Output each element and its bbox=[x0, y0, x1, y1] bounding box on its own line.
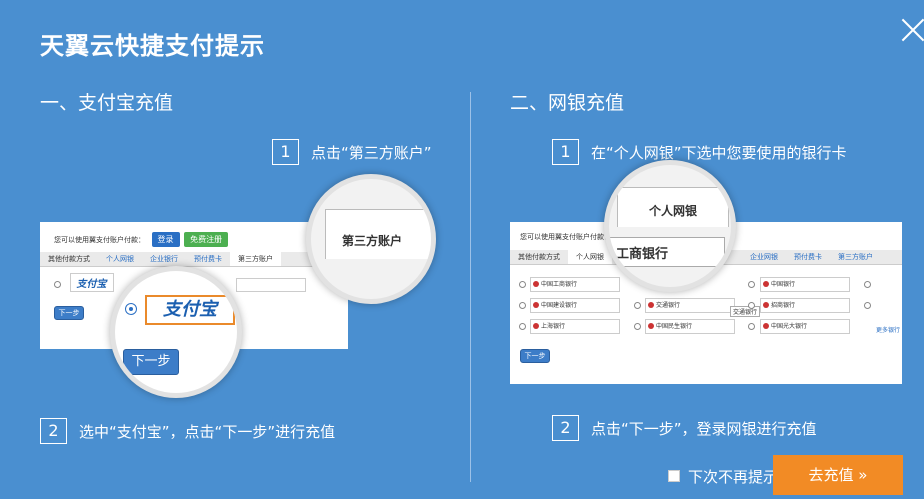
shot-tab: 其他付款方式 bbox=[48, 255, 90, 263]
step-text: 点击“下一步”，登录网银进行充值 bbox=[591, 419, 817, 438]
shot-tab: 企业银行 bbox=[150, 255, 178, 263]
bank-cell: 中国光大银行 bbox=[760, 319, 850, 334]
step-number: 1 bbox=[272, 139, 299, 165]
netbank-step-2: 2 点击“下一步”，登录网银进行充值 bbox=[552, 415, 817, 441]
shot-tabs: 其他付款方式 个人网银 企业银行 预付费卡 第三方账户 bbox=[40, 252, 348, 267]
dialog-title: 天翼云快捷支付提示 bbox=[40, 32, 265, 60]
step-text: 点击“第三方账户” bbox=[311, 143, 432, 162]
shot-tab: 预付费卡 bbox=[194, 255, 222, 263]
bank-radio bbox=[634, 323, 641, 330]
zoom-lens-third-party: 第三方账户 bbox=[306, 174, 436, 304]
step-number: 2 bbox=[40, 418, 67, 444]
shot-next-button: 下一步 bbox=[520, 349, 550, 363]
bank-radio bbox=[634, 302, 641, 309]
zoom-alipay-logo: 支付宝 bbox=[145, 295, 235, 325]
bank-cell: 上海银行 bbox=[530, 319, 620, 334]
bank-tooltip: 交通银行 bbox=[730, 306, 761, 317]
shot-prompt-row: 您可以使用翼支付账户付款： 登录 免费注册 bbox=[40, 222, 348, 252]
shot-tab: 个人网银 bbox=[568, 250, 612, 264]
shot-alipay-logo: 支付宝 bbox=[69, 273, 114, 292]
step-text: 选中“支付宝”，点击“下一步”进行充值 bbox=[79, 422, 336, 441]
shot-tab: 其他付款方式 bbox=[518, 253, 560, 261]
alipay-section-title: 一、支付宝充值 bbox=[40, 92, 174, 114]
bank-cell: 招商银行 bbox=[760, 298, 850, 313]
zoom-next-button: 下一步 bbox=[123, 349, 179, 375]
bank-radio bbox=[519, 281, 526, 288]
bank-cell: 中国建设银行 bbox=[530, 298, 620, 313]
zoom-tab-personal-bank: 个人网银 bbox=[617, 187, 729, 227]
bank-radio bbox=[748, 302, 755, 309]
bank-cell: 中国民生银行 bbox=[645, 319, 735, 334]
shot-prompt: 您可以使用翼支付账户付款： bbox=[54, 236, 145, 244]
go-recharge-button[interactable]: 去充值 » bbox=[773, 455, 903, 495]
section-divider bbox=[470, 92, 471, 482]
zoom-tab-third-party: 第三方账户 bbox=[325, 209, 431, 259]
shot-login-button: 登录 bbox=[151, 232, 180, 247]
shot-tab: 个人网银 bbox=[106, 255, 134, 263]
shot-tab: 企业网银 bbox=[750, 253, 778, 261]
bank-radio bbox=[748, 281, 755, 288]
step-text: 在“个人网银”下选中您要使用的银行卡 bbox=[591, 143, 847, 162]
step-number: 1 bbox=[552, 139, 579, 165]
zoom-lens-alipay: 支付宝 下一步 bbox=[110, 266, 242, 398]
more-banks-link: 更多银行 bbox=[876, 327, 901, 334]
bank-radio bbox=[864, 281, 871, 288]
netbank-section-title: 二、网银充值 bbox=[510, 92, 625, 114]
alipay-step-2: 2 选中“支付宝”，点击“下一步”进行充值 bbox=[40, 418, 335, 444]
zoom-lens-personal-bank: 个人网银 工商银行 银行 bbox=[604, 160, 736, 292]
close-icon[interactable] bbox=[896, 14, 924, 48]
step-number: 2 bbox=[552, 415, 579, 441]
netbank-step-1: 1 在“个人网银”下选中您要使用的银行卡 bbox=[552, 139, 847, 165]
shot-tab: 第三方账户 bbox=[230, 252, 281, 266]
bank-cell: 中国工商银行 bbox=[530, 277, 620, 292]
bank-radio bbox=[519, 323, 526, 330]
alipay-step-1: 1 点击“第三方账户” bbox=[272, 139, 432, 165]
zoom-bank-logo: 工商银行 bbox=[609, 237, 725, 267]
bank-cell: 中国银行 bbox=[760, 277, 850, 292]
shot-next-button: 下一步 bbox=[54, 306, 84, 320]
bank-radio bbox=[748, 323, 755, 330]
shot-tab: 第三方账户 bbox=[838, 253, 873, 261]
no-remind-checkbox[interactable] bbox=[668, 470, 680, 482]
shot-tab: 预付费卡 bbox=[794, 253, 822, 261]
shot-radio bbox=[54, 281, 61, 288]
bank-radio bbox=[519, 302, 526, 309]
bank-cell: 交通银行 bbox=[645, 298, 735, 313]
shot-input-box bbox=[236, 277, 307, 292]
shot-register-button: 免费注册 bbox=[184, 232, 229, 247]
zoom-radio bbox=[125, 303, 137, 315]
no-remind-label: 下次不再提示 bbox=[688, 468, 779, 486]
bank-radio bbox=[864, 302, 871, 309]
